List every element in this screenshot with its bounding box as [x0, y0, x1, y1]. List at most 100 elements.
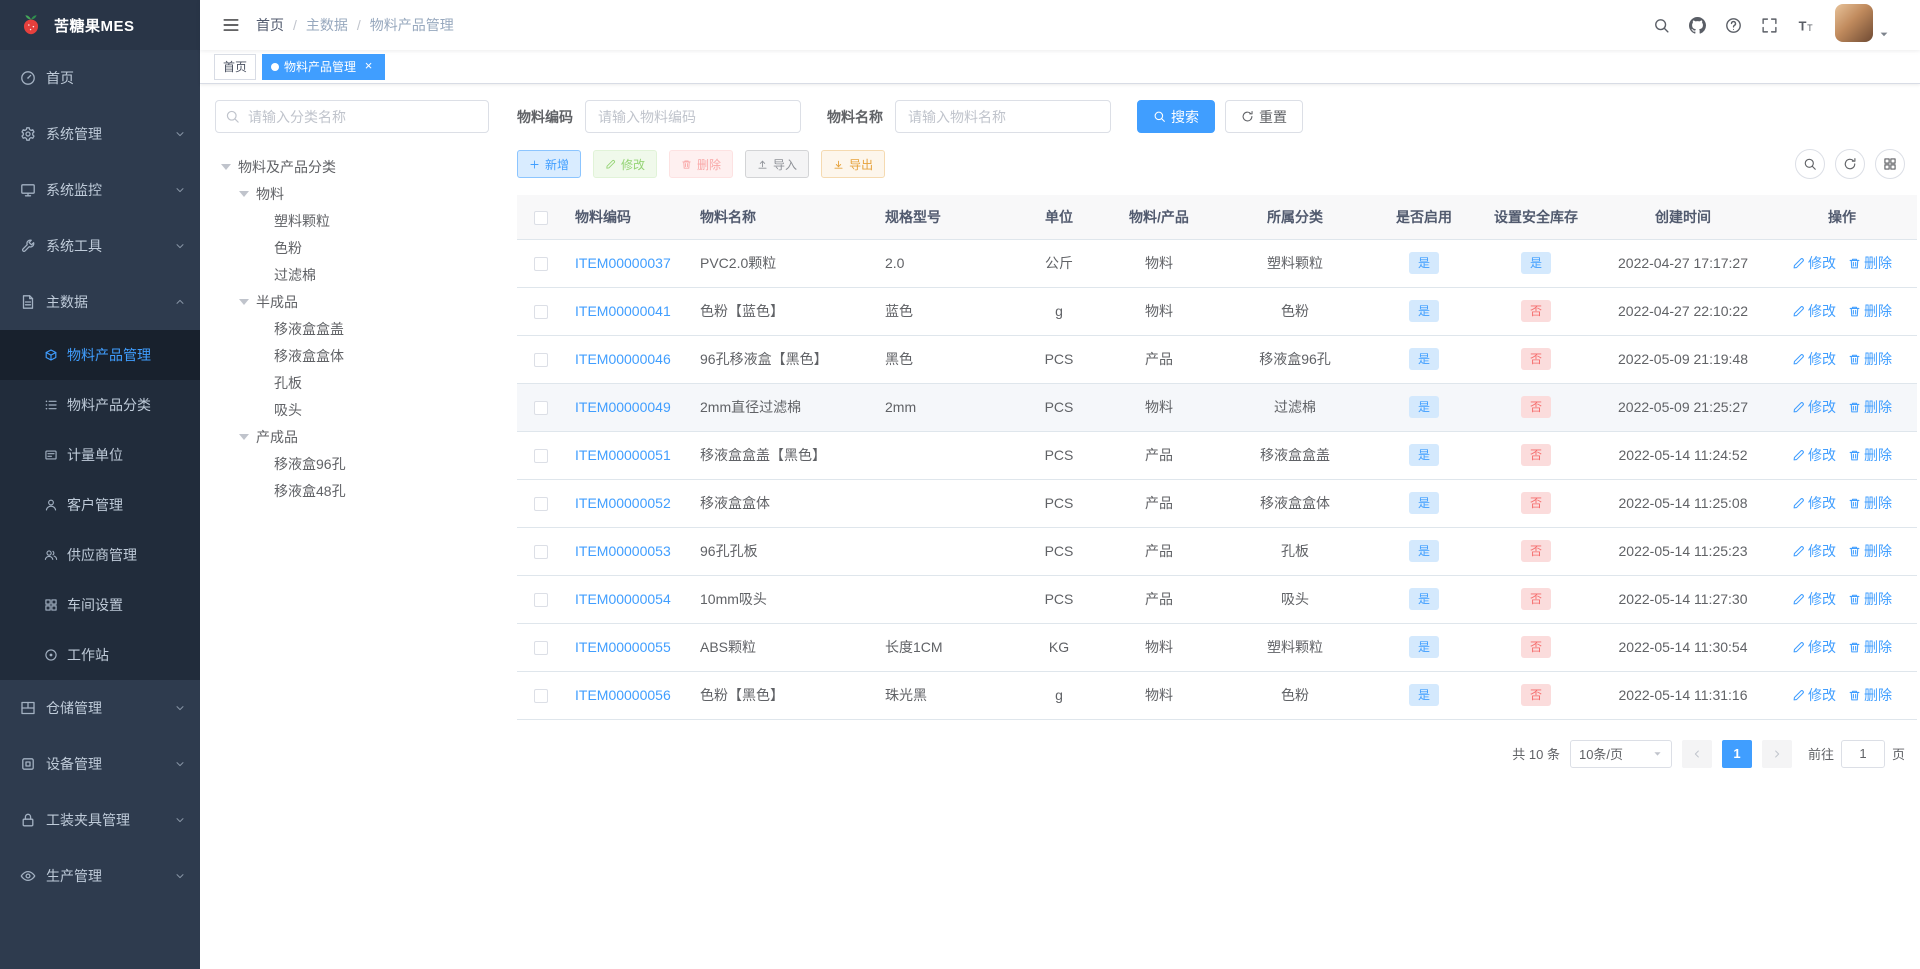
sidebar-subitem-material-category[interactable]: 物料产品分类 — [0, 380, 200, 430]
item-code-link[interactable]: ITEM00000041 — [575, 303, 671, 319]
sidebar-item-system[interactable]: 系统管理 — [0, 106, 200, 162]
delete-row-link[interactable]: 删除 — [1848, 253, 1892, 273]
delete-row-link[interactable]: 删除 — [1848, 541, 1892, 561]
tree-node[interactable]: 色粉 — [215, 234, 489, 261]
sidebar-item-home[interactable]: 首页 — [0, 50, 200, 106]
delete-button[interactable]: 删除 — [669, 150, 734, 178]
row-checkbox[interactable] — [534, 497, 548, 512]
export-button[interactable]: 导出 — [821, 150, 886, 178]
item-code-link[interactable]: ITEM00000055 — [575, 639, 671, 655]
page-1-button[interactable]: 1 — [1721, 739, 1752, 768]
sidebar-item-equipment[interactable]: 设备管理 — [0, 736, 200, 792]
row-checkbox[interactable] — [534, 257, 548, 272]
delete-row-link[interactable]: 删除 — [1848, 637, 1892, 657]
delete-row-link[interactable]: 删除 — [1848, 397, 1892, 417]
name-filter-input[interactable] — [895, 100, 1111, 133]
row-checkbox[interactable] — [534, 545, 548, 560]
item-code-link[interactable]: ITEM00000053 — [575, 543, 671, 559]
tab-home[interactable]: 首页 — [214, 53, 257, 80]
delete-row-link[interactable]: 删除 — [1848, 349, 1892, 369]
edit-row-link[interactable]: 修改 — [1792, 541, 1836, 561]
item-code-link[interactable]: ITEM00000056 — [575, 687, 671, 703]
navbar-fullscreen-button[interactable] — [1751, 0, 1787, 50]
breadcrumb-item-0[interactable]: 首页 — [256, 15, 284, 35]
row-checkbox[interactable] — [534, 593, 548, 608]
delete-row-link[interactable]: 删除 — [1848, 589, 1892, 609]
app-logo[interactable]: 苦糖果MES — [0, 0, 200, 50]
prev-page-button[interactable] — [1681, 739, 1712, 768]
tree-node[interactable]: 移液盒96孔 — [215, 450, 489, 477]
row-checkbox[interactable] — [534, 689, 548, 704]
tree-node[interactable]: 塑料颗粒 — [215, 207, 489, 234]
sidebar-subitem-customer[interactable]: 客户管理 — [0, 480, 200, 530]
item-code-link[interactable]: ITEM00000051 — [575, 447, 671, 463]
search-button[interactable]: 搜索 — [1137, 100, 1215, 133]
row-checkbox[interactable] — [534, 641, 548, 656]
edit-row-link[interactable]: 修改 — [1792, 397, 1836, 417]
row-checkbox[interactable] — [534, 353, 548, 368]
delete-row-link[interactable]: 删除 — [1848, 301, 1892, 321]
navbar-fontsize-button[interactable]: TT — [1787, 0, 1823, 50]
sidebar-subitem-workstation[interactable]: 工作站 — [0, 630, 200, 680]
table-row[interactable]: ITEM00000056 色粉【黑色】 珠光黑 g 物料 色粉 是 否 2022-05-14 1… — [517, 671, 1917, 720]
delete-row-link[interactable]: 删除 — [1848, 493, 1892, 513]
item-code-link[interactable]: ITEM00000052 — [575, 495, 671, 511]
import-button[interactable]: 导入 — [745, 150, 810, 178]
table-row[interactable]: ITEM00000041 色粉【蓝色】 蓝色 g 物料 色粉 是 否 2022-04-27 22… — [517, 287, 1917, 336]
delete-row-link[interactable]: 删除 — [1848, 445, 1892, 465]
toggle-search-button[interactable] — [1795, 149, 1825, 179]
category-search-input[interactable] — [215, 100, 489, 133]
tree-node[interactable]: 移液盒48孔 — [215, 477, 489, 504]
tree-node[interactable]: 物料 — [215, 180, 489, 207]
reset-button[interactable]: 重置 — [1225, 100, 1303, 133]
row-checkbox[interactable] — [534, 449, 548, 464]
item-code-link[interactable]: ITEM00000049 — [575, 399, 671, 415]
goto-page-input[interactable] — [1840, 739, 1885, 768]
sidebar-item-tools[interactable]: 系统工具 — [0, 218, 200, 274]
table-row[interactable]: ITEM00000054 10mm吸头 PCS 产品 吸头 是 否 2022-05-14 11… — [517, 575, 1917, 624]
sidebar-toggle-button[interactable] — [214, 0, 248, 50]
edit-row-link[interactable]: 修改 — [1792, 685, 1836, 705]
item-code-link[interactable]: ITEM00000046 — [575, 351, 671, 367]
table-row[interactable]: ITEM00000053 96孔孔板 PCS 产品 孔板 是 否 2022-05-14 11:… — [517, 527, 1917, 576]
navbar-github-link[interactable] — [1679, 0, 1715, 50]
page-size-select[interactable]: 10条/页 — [1569, 739, 1672, 768]
tree-node[interactable]: 移液盒盒体 — [215, 342, 489, 369]
table-row[interactable]: ITEM00000052 移液盒盒体 PCS 产品 移液盒盒体是否 2022-05-14 … — [517, 479, 1917, 528]
table-row[interactable]: ITEM00000046 96孔移液盒【黑色】 黑色 PCS 产品 移液盒96孔 是 否 202… — [517, 335, 1917, 384]
refresh-table-button[interactable] — [1835, 149, 1865, 179]
close-icon[interactable]: × — [361, 59, 376, 74]
tree-node[interactable]: 孔板 — [215, 369, 489, 396]
row-checkbox[interactable] — [534, 305, 548, 320]
code-filter-input[interactable] — [585, 100, 801, 133]
sidebar-item-fixture[interactable]: 工装夹具管理 — [0, 792, 200, 848]
table-row[interactable]: ITEM00000049 2mm直径过滤棉 2mm PCS 物料 过滤棉 是 否 2022-05… — [517, 383, 1917, 432]
sidebar-item-warehouse[interactable]: 仓储管理 — [0, 680, 200, 736]
tree-node[interactable]: 过滤棉 — [215, 261, 489, 288]
edit-row-link[interactable]: 修改 — [1792, 301, 1836, 321]
edit-row-link[interactable]: 修改 — [1792, 589, 1836, 609]
table-row[interactable]: ITEM00000051 移液盒盒盖【黑色】 PCS 产品 移液盒盒盖 是 否 2022-05… — [517, 431, 1917, 480]
sidebar-subitem-material-product[interactable]: 物料产品管理 — [0, 330, 200, 380]
tree-node[interactable]: 移液盒盒盖 — [215, 315, 489, 342]
next-page-button[interactable] — [1761, 739, 1792, 768]
sidebar-subitem-unit[interactable]: 计量单位 — [0, 430, 200, 480]
sidebar-item-production[interactable]: 生产管理 — [0, 848, 200, 904]
sidebar-item-monitor[interactable]: 系统监控 — [0, 162, 200, 218]
tree-node[interactable]: 产成品 — [215, 423, 489, 450]
sidebar-item-masterdata[interactable]: 主数据 — [0, 274, 200, 330]
edit-row-link[interactable]: 修改 — [1792, 349, 1836, 369]
table-row[interactable]: ITEM00000037 PVC2.0颗粒 2.0 公斤 物料 塑料颗粒 是 是 2022-04… — [517, 239, 1917, 288]
row-checkbox[interactable] — [534, 401, 548, 416]
add-button[interactable]: 新增 — [517, 150, 582, 178]
edit-button[interactable]: 修改 — [593, 150, 658, 178]
navbar-help-button[interactable] — [1715, 0, 1751, 50]
item-code-link[interactable]: ITEM00000054 — [575, 591, 671, 607]
edit-row-link[interactable]: 修改 — [1792, 445, 1836, 465]
table-row[interactable]: ITEM00000055 ABS颗粒 长度1CM KG 物料 塑料颗粒 是 否 2022-05-… — [517, 623, 1917, 672]
column-settings-button[interactable] — [1875, 149, 1905, 179]
item-code-link[interactable]: ITEM00000037 — [575, 255, 671, 271]
sidebar-subitem-workshop[interactable]: 车间设置 — [0, 580, 200, 630]
edit-row-link[interactable]: 修改 — [1792, 493, 1836, 513]
edit-row-link[interactable]: 修改 — [1792, 637, 1836, 657]
